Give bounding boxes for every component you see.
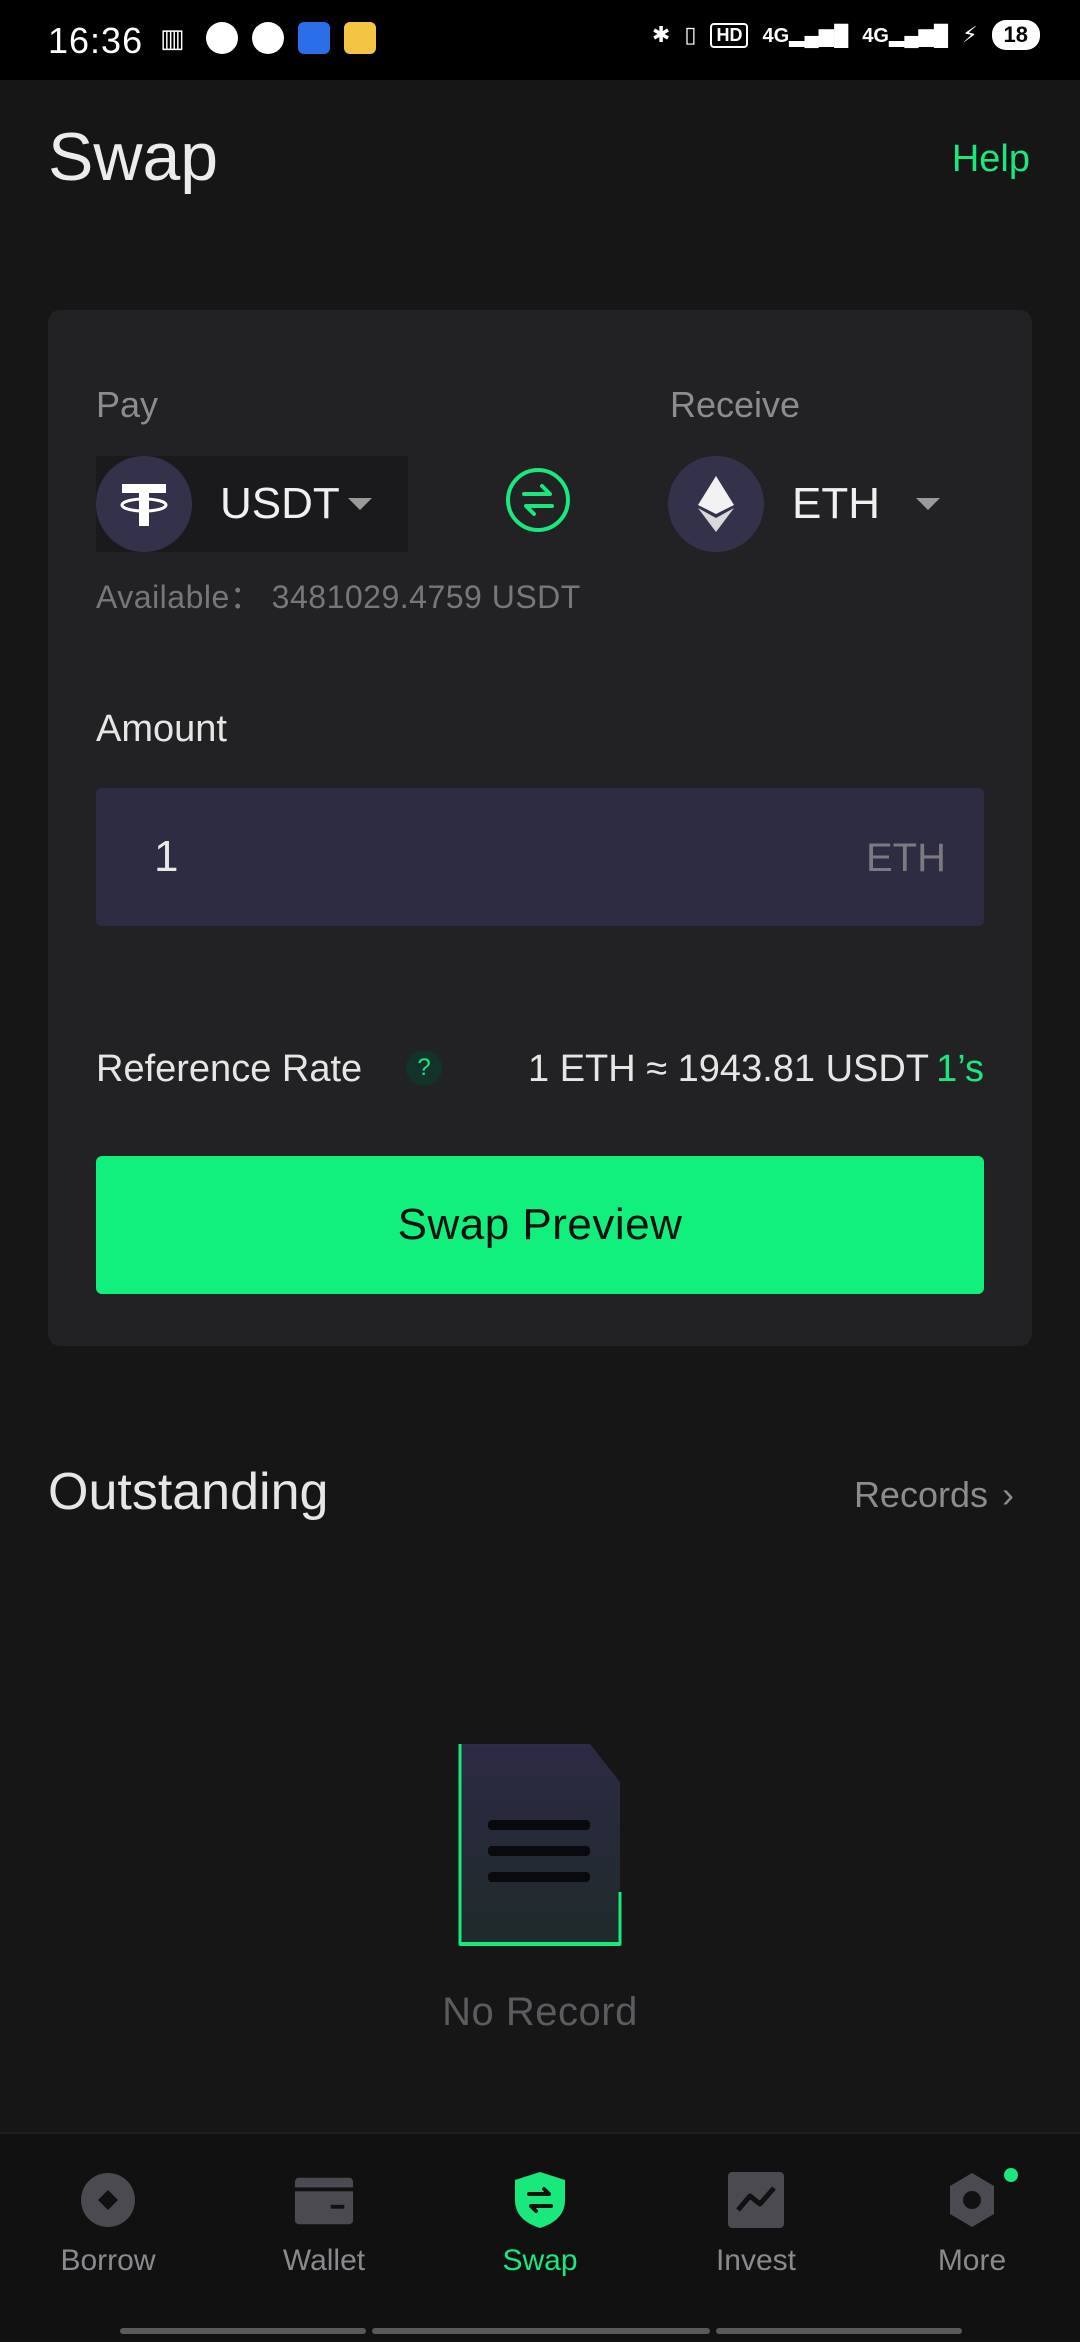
chevron-down-icon xyxy=(916,498,940,510)
signal-icon-1: 4G▂▄▆█ xyxy=(762,24,849,47)
swap-direction-icon[interactable] xyxy=(504,466,572,534)
nav-invest[interactable]: Invest xyxy=(648,2170,864,2278)
help-question-icon[interactable]: ? xyxy=(406,1050,442,1086)
reference-rate-label: Reference Rate xyxy=(96,1048,363,1090)
app-notification-icon: ▥ xyxy=(160,23,185,53)
chevron-right-icon: › xyxy=(1002,1474,1014,1515)
pay-token-selector[interactable]: USDT xyxy=(96,456,408,552)
available-balance: Available： 3481029.4759 USDT xyxy=(96,579,581,615)
notification-icons: ▥ xyxy=(160,22,376,54)
outstanding-title: Outstanding xyxy=(48,1463,329,1521)
vibrate-icon: ▯ xyxy=(684,22,697,47)
invest-chart-icon xyxy=(726,2170,786,2230)
records-link[interactable]: Records › xyxy=(854,1474,1014,1516)
gesture-bar-segment xyxy=(120,2328,366,2334)
nav-more[interactable]: More xyxy=(864,2168,1080,2278)
empty-document-icon xyxy=(458,1742,622,1946)
borrow-icon xyxy=(78,2170,138,2230)
receive-token-name: ETH xyxy=(792,479,880,528)
records-label: Records xyxy=(853,1474,988,1515)
swap-card: Pay Receive USDT ETH Available： 3481029.… xyxy=(48,310,1032,1346)
receive-token-selector[interactable]: ETH xyxy=(668,456,978,552)
nav-borrow[interactable]: Borrow xyxy=(0,2170,216,2278)
status-indicators: ✱ ▯ HD 4G▂▄▆█ 4G▂▄▆█ ⚡ 18 xyxy=(652,20,1040,50)
nav-swap[interactable]: Swap xyxy=(432,2170,648,2278)
app-blue-icon xyxy=(298,22,330,54)
nav-wallet-label: Wallet xyxy=(282,2244,366,2277)
nav-invest-label: Invest xyxy=(715,2244,797,2277)
gear-icon xyxy=(942,2170,1002,2230)
gesture-bar-segment xyxy=(372,2328,710,2334)
swap-preview-button[interactable]: Swap Preview xyxy=(96,1156,984,1294)
signal-icon-2: 4G▂▄▆█ xyxy=(862,24,949,47)
chat-icon xyxy=(252,22,284,54)
notification-dot xyxy=(1004,2168,1018,2182)
nav-swap-label: Swap xyxy=(502,2244,578,2277)
wallet-icon xyxy=(294,2170,354,2230)
help-link[interactable]: Help xyxy=(952,138,1030,181)
rate-refresh-timer: 1’s xyxy=(936,1048,984,1090)
amount-label: Amount xyxy=(96,708,227,750)
charging-icon: ⚡ xyxy=(962,22,978,47)
nav-wallet[interactable]: Wallet xyxy=(216,2170,432,2278)
empty-state-text: No Record xyxy=(442,1990,638,2034)
amount-unit: ETH xyxy=(866,836,946,880)
swap-shield-icon xyxy=(510,2170,570,2230)
bottom-nav: Borrow Wallet Swap Invest More xyxy=(0,2132,1080,2342)
page-title: Swap xyxy=(48,119,219,195)
status-time: 16:36 xyxy=(48,20,144,61)
chevron-down-icon xyxy=(347,498,372,510)
pay-token-name: USDT xyxy=(220,479,340,528)
gesture-bar-segment xyxy=(716,2328,962,2334)
nav-borrow-label: Borrow xyxy=(60,2244,156,2277)
reference-rate-value: 1 ETH ≈ 1943.81 USDT xyxy=(528,1048,930,1090)
hd-icon: HD xyxy=(710,22,749,48)
pay-label: Pay xyxy=(96,384,159,425)
receive-label: Receive xyxy=(670,384,801,425)
bluetooth-icon: ✱ xyxy=(651,22,671,47)
battery-icon: 18 xyxy=(991,20,1040,50)
status-bar: 16:36 ▥ ✱ ▯ HD 4G▂▄▆█ 4G▂▄▆█ ⚡ 18 xyxy=(0,0,1080,80)
amount-value: 1 xyxy=(154,832,179,881)
amount-input[interactable]: 1 ETH xyxy=(96,788,984,926)
usdt-icon xyxy=(96,456,192,552)
eth-icon xyxy=(668,456,764,552)
app-yellow-icon xyxy=(344,22,376,54)
nav-more-label: More xyxy=(937,2244,1007,2277)
compass-icon xyxy=(206,22,238,54)
